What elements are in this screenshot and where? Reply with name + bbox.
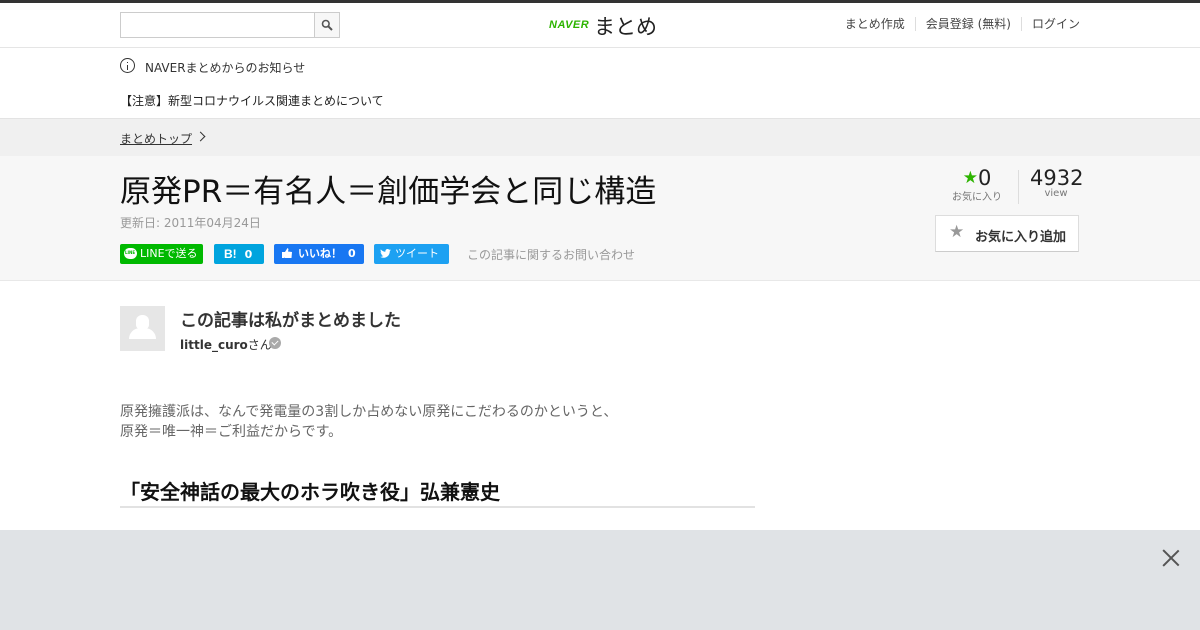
contact-link[interactable]: この記事に関するお問い合わせ (467, 246, 635, 263)
chevron-right-icon (195, 131, 206, 142)
hatena-bookmark-button[interactable]: B! 0 (214, 244, 264, 264)
nav-login[interactable]: ログイン (1020, 17, 1080, 31)
user-silhouette-body (129, 328, 156, 339)
hatena-count: 0 (244, 248, 253, 261)
author-suffix: さん (247, 338, 272, 352)
favorites-label: お気に入り (952, 192, 1002, 203)
avatar[interactable] (120, 306, 165, 351)
ad-banner (0, 530, 1200, 630)
logo-matome: まとめ (594, 15, 657, 39)
facebook-like-label: いいね！ (298, 247, 342, 260)
thumbs-up-icon (282, 248, 292, 258)
search-input[interactable] (121, 13, 311, 37)
tweet-button[interactable]: ツイート (374, 244, 449, 264)
author-username[interactable]: little_curo (180, 338, 248, 352)
header-nav: まとめ作成 会員登録 (無料) ログイン (835, 17, 1080, 31)
line-icon (124, 243, 137, 263)
page-title: 原発PR＝有名人＝創価学会と同じ構造 (120, 174, 657, 210)
favorites-number: 0 (977, 166, 992, 190)
notice-link[interactable]: 【注意】新型コロナウイルス関連まとめについて (120, 92, 384, 109)
breadcrumb: まとめトップ (0, 118, 1200, 157)
tweet-label: ツイート (395, 247, 439, 260)
star-icon: ★ (949, 222, 965, 242)
site-header: NAVER まとめ まとめ作成 会員登録 (無料) ログイン (0, 3, 1200, 48)
info-icon (120, 58, 135, 73)
add-favorite-button[interactable]: ★ お気に入り追加 (935, 215, 1079, 252)
line-share-button[interactable]: LINEで送る (120, 243, 203, 264)
intro-line-2: 原発＝唯一神＝ご利益だからです。 (120, 424, 343, 440)
intro-line-1: 原発擁護派は、なんで発電量の3割しか占めない原発にこだわるのかというと、 (120, 404, 618, 420)
facebook-like-count: 0 (348, 247, 356, 260)
section-heading: 「安全神話の最大のホラ吹き役」弘兼憲史 (120, 476, 755, 508)
author-heading: この記事は私がまとめました (180, 311, 401, 331)
search-icon (321, 19, 333, 31)
author-name: little_curoさん (180, 336, 272, 353)
article-intro: 原発擁護派は、なんで発電量の3割しか占めない原発にこだわるのかというと、 原発＝… (120, 402, 760, 442)
view-count: 4932 view (1030, 166, 1084, 199)
facebook-like-button[interactable]: いいね！ 0 (274, 244, 364, 264)
search-box (120, 12, 340, 38)
nav-register[interactable]: 会員登録 (無料) (914, 17, 1021, 31)
article-header: 原発PR＝有名人＝創価学会と同じ構造 更新日: 2011年04月24日 LINE… (0, 156, 1200, 281)
stats-divider (1018, 170, 1019, 204)
hatena-icon: B! (224, 247, 237, 261)
line-share-label: LINEで送る (140, 247, 198, 260)
star-icon: ★ (962, 168, 978, 188)
view-number: 4932 (1030, 166, 1084, 190)
search-button[interactable] (314, 13, 339, 37)
favorites-count: ★0 お気に入り (952, 166, 1002, 203)
updated-date: 更新日: 2011年04月24日 (120, 216, 261, 230)
add-favorite-label: お気に入り追加 (975, 230, 1067, 245)
close-icon[interactable] (1162, 549, 1180, 567)
logo-naver: NAVER (549, 19, 590, 31)
user-silhouette-icon (136, 315, 149, 329)
nav-create-matome[interactable]: まとめ作成 (835, 17, 915, 31)
breadcrumb-top-link[interactable]: まとめトップ (120, 130, 192, 147)
verified-check-icon (269, 337, 281, 349)
notice-label: NAVERまとめからのお知らせ (145, 61, 306, 75)
twitter-bird-icon (380, 249, 391, 258)
